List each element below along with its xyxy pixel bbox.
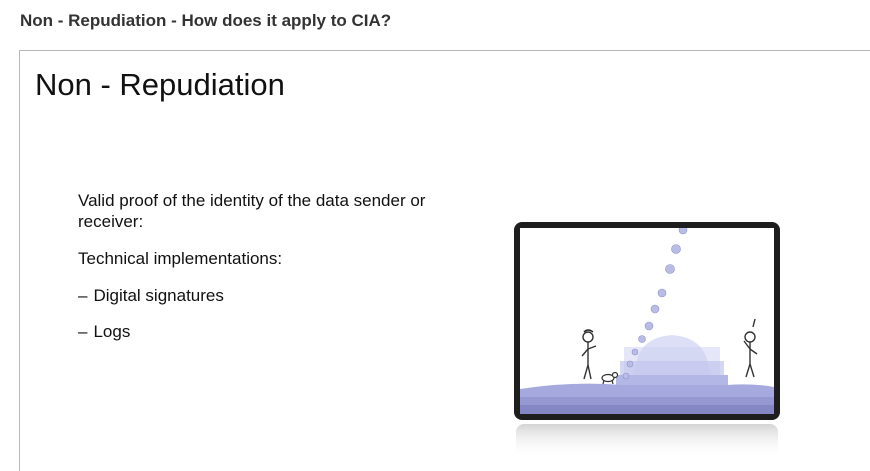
bullet-label: Digital signatures bbox=[93, 286, 224, 305]
bullet-label: Logs bbox=[93, 322, 131, 341]
frame-reflection bbox=[516, 424, 778, 458]
bullet-digital-signatures: – Digital signatures bbox=[78, 285, 224, 306]
page-title: Non - Repudiation - How does it apply to… bbox=[20, 11, 392, 30]
slide-heading: Non - Repudiation bbox=[35, 67, 285, 102]
slide-viewer[interactable]: Non - Repudiation Valid proof of the ide… bbox=[19, 50, 870, 471]
bullet-logs: – Logs bbox=[78, 321, 130, 342]
bullet-dash: – bbox=[78, 322, 88, 341]
video-frame-icon bbox=[514, 222, 780, 458]
slide-text-implementations: Technical implementations: bbox=[78, 249, 283, 268]
slide-text-identity-proof: Valid proof of the identity of the data … bbox=[78, 191, 426, 231]
bullet-dash: – bbox=[78, 286, 88, 305]
